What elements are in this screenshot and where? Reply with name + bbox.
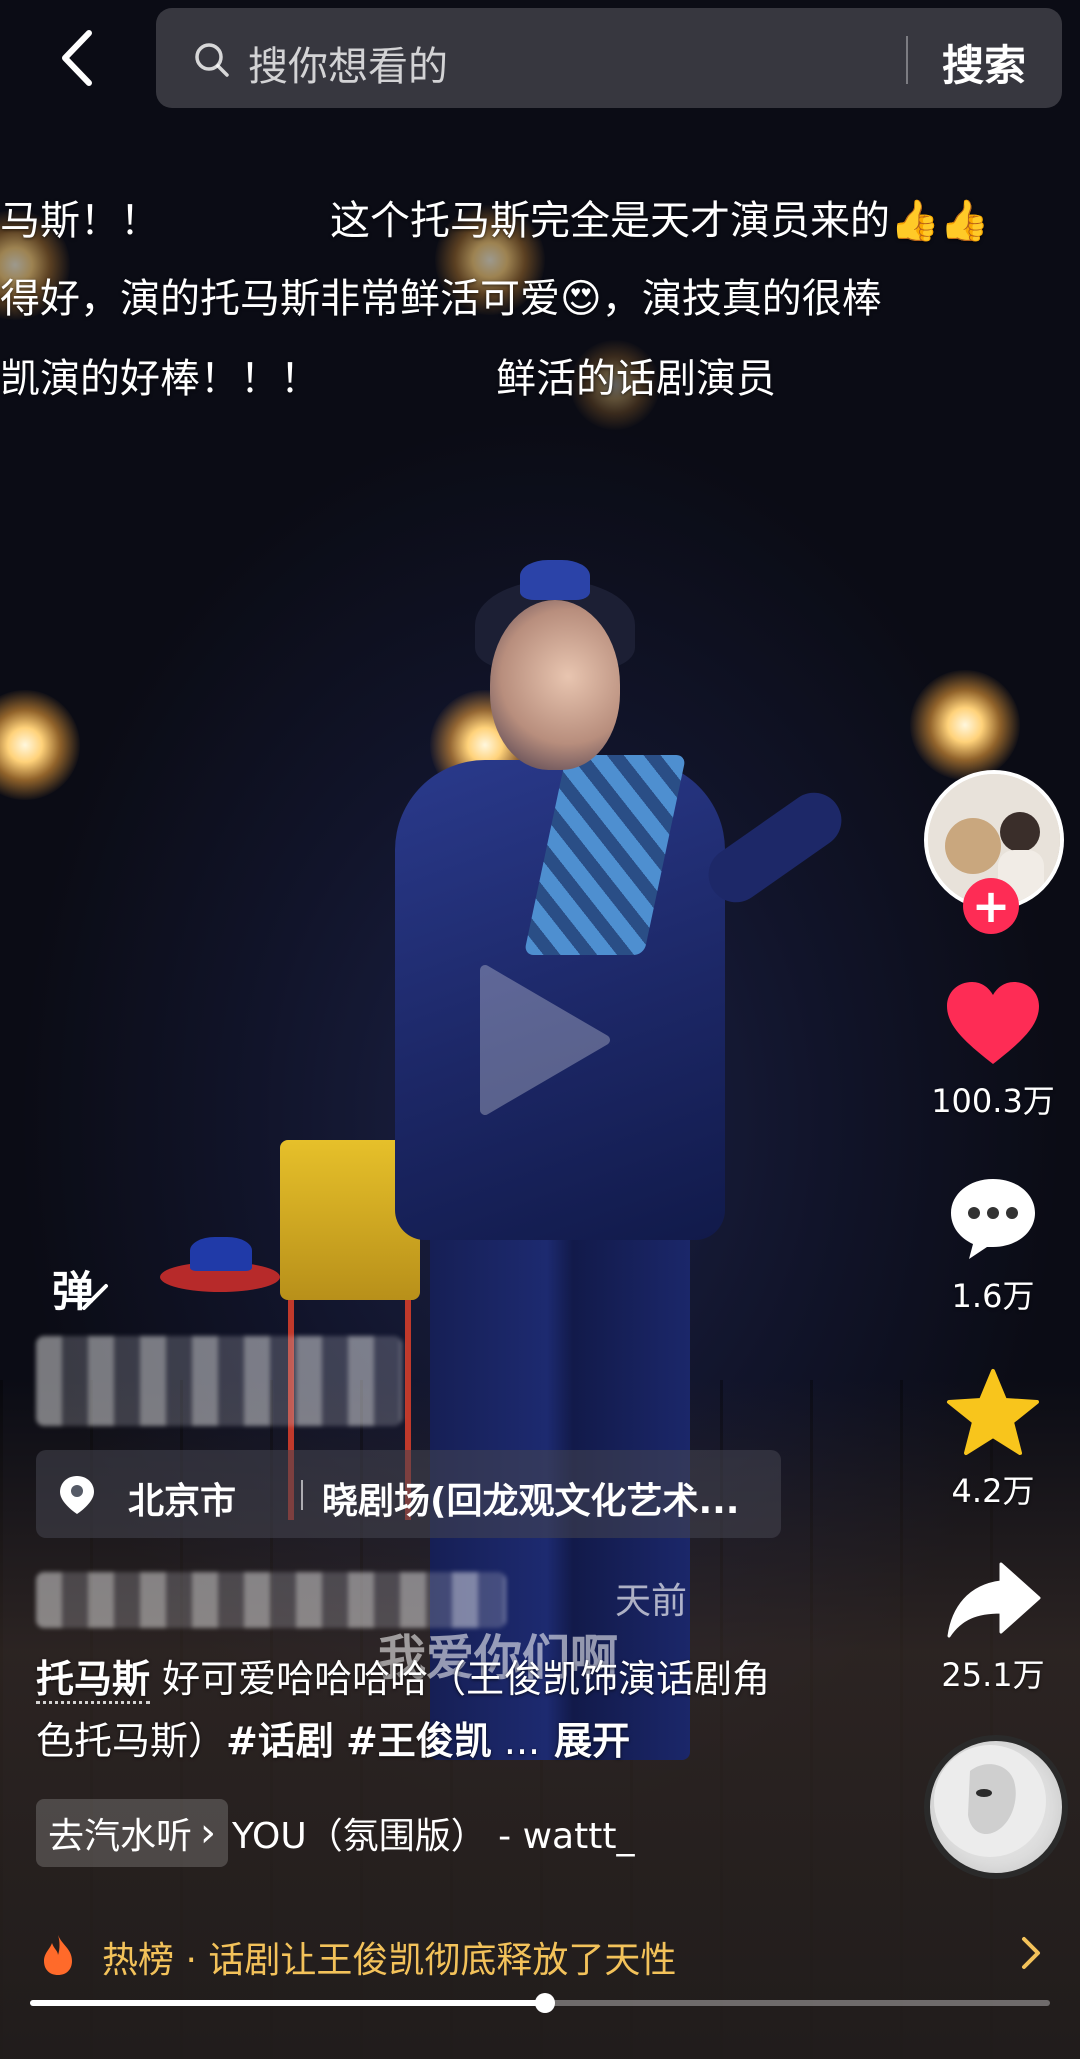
stage-light: [0, 690, 80, 800]
search-divider: [906, 36, 908, 84]
hashtag-link[interactable]: #话剧: [226, 1719, 334, 1763]
video-description: 托马斯 好可爱哈哈哈哈（王俊凯饰演话剧角色托马斯）#话剧 #王俊凯 ... 展开: [36, 1648, 796, 1772]
danmaku-comment: 鲜活的话剧演员: [496, 356, 776, 402]
stage-hat-top: [190, 1237, 252, 1271]
expand-button[interactable]: 展开: [554, 1719, 630, 1763]
heart-icon: [947, 982, 1039, 1064]
description-author-tag[interactable]: 托马斯: [36, 1657, 151, 1704]
back-button[interactable]: [48, 28, 104, 88]
music-disc[interactable]: [924, 1735, 1068, 1879]
video-progress-handle[interactable]: [535, 1993, 556, 2013]
location-pin-icon: [60, 1476, 94, 1514]
search-bar[interactable]: 搜你想看的 搜索: [156, 8, 1062, 108]
music-disc-image: [934, 1745, 1046, 1857]
chevron-left-icon: [62, 30, 92, 86]
comment-icon: [951, 1179, 1035, 1259]
open-in-qishui-label: 去汽水听: [48, 1816, 193, 1857]
chevron-right-icon: ›: [200, 1810, 217, 1856]
danmaku-comment: 这个托马斯完全是天才演员来的👍👍: [330, 198, 990, 244]
danmaku-off-slash-icon: [82, 1284, 108, 1310]
stage-light: [910, 670, 1020, 780]
post-time: 天前: [615, 1581, 688, 1622]
description-ellipsis: ...: [491, 1719, 541, 1763]
danmaku-comment: 马斯！！: [0, 198, 160, 244]
fire-icon: [44, 1935, 72, 1975]
danmaku-comment: 凯演的好棒！！！: [0, 356, 320, 402]
hot-list-label: 热榜: [102, 1940, 175, 1981]
comment-count: 1.6万: [951, 1277, 1035, 1315]
video-progress-bar[interactable]: [30, 1993, 1050, 2013]
search-icon: [195, 43, 229, 77]
music-title: YOU（氛围版） - wattt_: [232, 1816, 635, 1857]
video-progress-fill: [30, 2000, 546, 2006]
star-icon: [947, 1369, 1039, 1455]
hot-list-text: 热榜 · 话剧让王俊凯彻底释放了天性: [102, 1931, 676, 1983]
hot-list-dot: ·: [174, 1940, 209, 1981]
location-tag[interactable]: 北京市 晓剧场(回龙观文化艺术...: [36, 1450, 781, 1538]
like-button[interactable]: 100.3万: [913, 980, 1073, 1122]
hot-list-banner[interactable]: 热榜 · 话剧让王俊凯彻底释放了天性: [36, 1925, 1046, 1985]
like-count: 100.3万: [931, 1082, 1055, 1120]
favorite-count: 4.2万: [951, 1472, 1035, 1510]
performer-head: [490, 600, 620, 770]
danmaku-comment: 得好，演的托马斯非常鲜活可爱😍，演技真的很棒: [0, 276, 882, 322]
location-separator: [301, 1480, 303, 1510]
favorite-button[interactable]: 4.2万: [913, 1368, 1073, 1512]
location-city: 北京市: [128, 1481, 237, 1522]
blurred-comment: [36, 1336, 402, 1426]
share-icon: [947, 1562, 1041, 1638]
performer-bow: [520, 560, 590, 600]
chevron-right-icon: [1022, 1937, 1040, 1969]
share-count: 25.1万: [941, 1656, 1045, 1694]
music-row[interactable]: 去汽水听 › YOU（氛围版） - wattt_: [36, 1799, 635, 1867]
location-venue: 晓剧场(回龙观文化艺术...: [322, 1481, 740, 1522]
follow-button[interactable]: +: [963, 878, 1019, 934]
search-input[interactable]: 搜你想看的: [248, 34, 448, 92]
search-button[interactable]: 搜索: [942, 32, 1026, 93]
comment-button[interactable]: 1.6万: [913, 1175, 1073, 1317]
play-icon[interactable]: [465, 960, 615, 1120]
hashtag-link[interactable]: #王俊凯: [346, 1719, 492, 1763]
hot-list-topic: 话剧让王俊凯彻底释放了天性: [208, 1940, 677, 1981]
share-button[interactable]: 25.1万: [913, 1560, 1073, 1696]
open-in-qishui-button[interactable]: 去汽水听 ›: [36, 1799, 229, 1867]
